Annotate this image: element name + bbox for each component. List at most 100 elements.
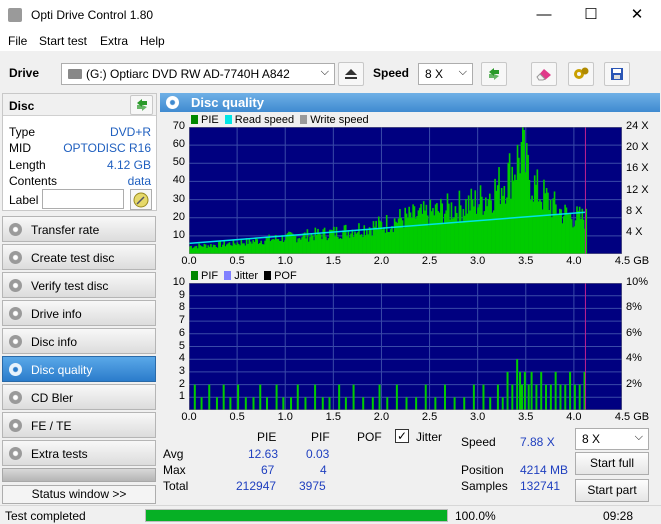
nav-extra-tests[interactable]: Extra tests bbox=[2, 440, 156, 466]
position-value: 4214 MB bbox=[520, 463, 569, 477]
pif-bar bbox=[434, 397, 437, 410]
refresh-arrows-icon bbox=[136, 99, 147, 111]
pif-bar bbox=[540, 371, 543, 410]
x-tick-label: 0.0 bbox=[181, 411, 197, 423]
pif-bar bbox=[296, 384, 299, 410]
eject-button[interactable] bbox=[338, 62, 364, 86]
menu-bar: File Start test Extra Help bbox=[0, 31, 661, 51]
disc-length-value: 4.12 GB bbox=[106, 158, 151, 172]
pif-bar bbox=[424, 384, 427, 410]
chart2-legend: PIF Jitter POF bbox=[191, 270, 297, 282]
minimize-button[interactable]: — bbox=[521, 0, 567, 31]
nav-cd-bler[interactable]: CD Bler bbox=[2, 384, 156, 410]
speed-select[interactable]: 8 X ⌵ bbox=[418, 63, 473, 85]
disc-icon bbox=[9, 391, 22, 404]
pie-max: 67 bbox=[261, 463, 275, 477]
y-right-tick-label: 10% bbox=[626, 276, 649, 288]
pif-total: 3975 bbox=[299, 479, 326, 493]
disc-icon bbox=[9, 363, 22, 376]
pif-bar bbox=[578, 384, 581, 410]
nav-label: CD Bler bbox=[31, 391, 74, 405]
pif-bar bbox=[519, 371, 522, 410]
y-tick-label: 30 bbox=[172, 192, 185, 205]
nav-disc-quality[interactable]: Disc quality bbox=[2, 356, 156, 382]
start-full-button[interactable]: Start full bbox=[575, 452, 649, 475]
erase-button[interactable] bbox=[531, 62, 557, 86]
menu-file[interactable]: File bbox=[8, 34, 27, 48]
nav-transfer-rate[interactable]: Transfer rate bbox=[2, 216, 156, 242]
disc-label-input[interactable] bbox=[42, 189, 124, 209]
x-tick-label: 4.5 GB bbox=[614, 411, 650, 423]
x-tick-label: 0.0 bbox=[181, 255, 197, 267]
drive-icon bbox=[68, 69, 82, 79]
toolbar: Drive (G:) Optiarc DVD RW AD-7740H A842 … bbox=[0, 57, 661, 91]
eject-icon bbox=[345, 69, 357, 79]
drive-select[interactable]: (G:) Optiarc DVD RW AD-7740H A842 ⌵ bbox=[61, 63, 335, 85]
nav-label: Disc quality bbox=[31, 363, 93, 377]
disc-icon bbox=[9, 335, 22, 348]
disc-icon bbox=[9, 251, 22, 264]
pif-bar bbox=[222, 384, 225, 410]
nav-verify-test-disc[interactable]: Verify test disc bbox=[2, 272, 156, 298]
disc-label-button[interactable] bbox=[130, 189, 152, 210]
x-tick-label: 1.0 bbox=[277, 255, 293, 267]
pif-bar bbox=[275, 384, 278, 410]
pif-bar bbox=[352, 384, 355, 410]
y-tick-label: 9 bbox=[178, 288, 185, 301]
pif-bar bbox=[564, 384, 567, 410]
speed-select-value: 8 X bbox=[425, 67, 444, 81]
disc-mid-label: MID bbox=[9, 141, 31, 155]
x-tick-label: 2.5 bbox=[421, 411, 438, 423]
disc-icon bbox=[9, 307, 22, 320]
nav-drive-info[interactable]: Drive info bbox=[2, 300, 156, 326]
refresh-button[interactable] bbox=[481, 62, 507, 86]
nav-disc-info[interactable]: Disc info bbox=[2, 328, 156, 354]
save-button[interactable] bbox=[604, 62, 630, 86]
pif-bar bbox=[371, 397, 374, 410]
progress-bar bbox=[145, 509, 448, 522]
settings-button[interactable] bbox=[568, 62, 594, 86]
window-title: Opti Drive Control 1.80 bbox=[31, 8, 154, 22]
pif-bar bbox=[237, 384, 240, 410]
pif-bar bbox=[501, 397, 504, 410]
x-tick-label: 2.0 bbox=[373, 255, 390, 267]
disc-panel: Disc Type DVD+R MID OPTODISC R16 Length … bbox=[2, 93, 157, 211]
speed-result-label: Speed bbox=[461, 435, 496, 449]
close-button[interactable]: ✕ bbox=[614, 0, 660, 31]
pif-bar bbox=[215, 397, 218, 410]
status-window-button[interactable]: Status window >> bbox=[2, 485, 156, 504]
menu-help[interactable]: Help bbox=[140, 34, 165, 48]
samples-value: 132741 bbox=[520, 479, 561, 493]
menu-extra[interactable]: Extra bbox=[100, 34, 128, 48]
pif-bar bbox=[304, 397, 307, 410]
x-tick-label: 0.5 bbox=[229, 411, 245, 423]
pif-bar bbox=[549, 384, 552, 410]
pif-bar bbox=[252, 397, 255, 410]
pif-bar bbox=[554, 371, 557, 410]
pif-bar bbox=[328, 397, 331, 410]
y-tick-label: 8 bbox=[178, 301, 185, 314]
max-label: Max bbox=[163, 463, 186, 477]
start-part-button[interactable]: Start part bbox=[575, 479, 649, 502]
pif-bar bbox=[545, 384, 548, 410]
test-speed-select[interactable]: 8 X ⌵ bbox=[575, 428, 649, 450]
x-tick-label: 1.0 bbox=[277, 411, 293, 423]
pif-bar bbox=[208, 384, 211, 410]
maximize-button[interactable]: ☐ bbox=[568, 0, 614, 31]
progress-text: 100.0% bbox=[455, 509, 496, 523]
pif-bar bbox=[244, 397, 247, 410]
jitter-checkbox[interactable]: ✓ bbox=[395, 429, 409, 443]
menu-start-test[interactable]: Start test bbox=[39, 34, 87, 48]
nav-label: Extra tests bbox=[31, 447, 88, 461]
drive-select-value: (G:) Optiarc DVD RW AD-7740H A842 bbox=[86, 67, 290, 81]
disc-icon bbox=[9, 223, 22, 236]
y-tick-label: 10 bbox=[172, 276, 185, 288]
total-label: Total bbox=[163, 479, 189, 493]
y-tick-label: 60 bbox=[172, 138, 185, 151]
nav-create-test-disc[interactable]: Create test disc bbox=[2, 244, 156, 270]
disc-refresh-button[interactable] bbox=[130, 95, 153, 115]
nav-label: Transfer rate bbox=[31, 223, 100, 237]
pie-avg: 12.63 bbox=[248, 447, 279, 461]
floppy-disk-icon bbox=[611, 68, 623, 80]
nav-fe-te[interactable]: FE / TE bbox=[2, 412, 156, 438]
